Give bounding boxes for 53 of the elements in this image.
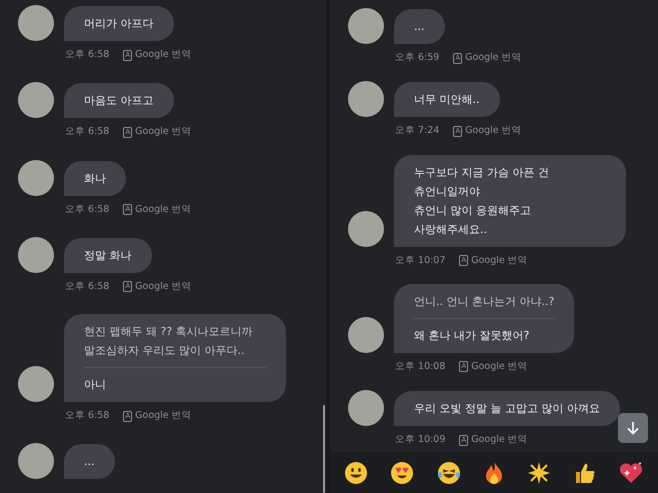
- avatar-photo-placeholder: [348, 316, 384, 353]
- quoted-text: 언니.. 언니 혼나는거 아냐..?: [414, 294, 554, 310]
- message-text: ...: [414, 19, 424, 35]
- translate-link[interactable]: Google 번역: [135, 280, 192, 294]
- translate-link[interactable]: Google 번역: [465, 51, 522, 66]
- message-time: 오후 6:58: [65, 409, 110, 423]
- avatar-photo-placeholder: [18, 236, 54, 273]
- avatar-photo-placeholder: [18, 5, 54, 41]
- message-time: 오후 6:58: [65, 125, 110, 140]
- message-time: 오후 6:58: [65, 48, 110, 62]
- message-text: 마음도 아프고: [84, 93, 154, 110]
- message-text: 츄언니 많이 응원해주고 사랑해주세요..: [414, 202, 532, 238]
- avatar-photo-placeholder: [348, 390, 384, 426]
- message-text: ...: [84, 454, 94, 470]
- heart-eyes-face-icon: [390, 460, 414, 484]
- down-arrow-icon: [626, 421, 640, 435]
- message-text: 정말 화나: [84, 248, 132, 264]
- avatar-photo-placeholder: [18, 443, 54, 480]
- message-time: 오후 6:58: [65, 280, 110, 294]
- message-text: 너무 미안해..: [414, 92, 480, 108]
- scrollbar[interactable]: [323, 405, 325, 493]
- avatar-photo-placeholder: [18, 160, 54, 196]
- message-text: 왜 혼나 내가 잘못했어?: [414, 328, 530, 344]
- grinning-face-icon: [344, 460, 368, 484]
- scroll-down-button[interactable]: [618, 413, 648, 443]
- laughing-tears-face-icon: [436, 460, 461, 484]
- avatar-photo-placeholder: [18, 82, 54, 118]
- message-text: 머리가 아프다: [84, 16, 154, 32]
- translate-link[interactable]: Google 번역: [135, 125, 192, 140]
- sparkling-heart-icon: [618, 460, 644, 484]
- translate-link[interactable]: Google 번역: [135, 409, 192, 424]
- translate-link[interactable]: Google 번역: [135, 202, 192, 217]
- message-time: 오후 7:24: [395, 124, 440, 138]
- translate-link[interactable]: Google 번역: [465, 124, 522, 138]
- translate-link[interactable]: Google 번역: [471, 433, 528, 448]
- translate-link[interactable]: Google 번역: [471, 254, 528, 268]
- message-text: 화나: [84, 170, 106, 186]
- avatar-photo-placeholder: [348, 8, 384, 44]
- translate-link[interactable]: Google 번역: [471, 360, 528, 374]
- avatar-photo-placeholder: [18, 366, 54, 402]
- message-time: 오후 6:59: [395, 51, 440, 65]
- message-time: 오후 10:08: [395, 360, 446, 374]
- avatar-photo-placeholder: [348, 210, 384, 246]
- message-text: 우리 오빛 정말 늘 고맙고 많이 아껴요: [414, 401, 600, 417]
- message-text: 아니: [84, 377, 107, 393]
- message-text: 누구보다 지금 가슴 아픈 건 츄언니일꺼야: [414, 164, 550, 200]
- sparkle-star-icon: [527, 460, 552, 484]
- avatar-photo-placeholder: [348, 81, 384, 118]
- translate-link[interactable]: Google 번역: [135, 48, 192, 62]
- message-time: 오후 10:09: [395, 433, 446, 447]
- message-time: 오후 10:07: [395, 254, 446, 268]
- quoted-text: 현진 팹해두 돼 ?? 혹시나모르니까 말조심하자 우리도 많이 아푸다..: [84, 324, 254, 359]
- message-time: 오후 6:58: [65, 202, 110, 216]
